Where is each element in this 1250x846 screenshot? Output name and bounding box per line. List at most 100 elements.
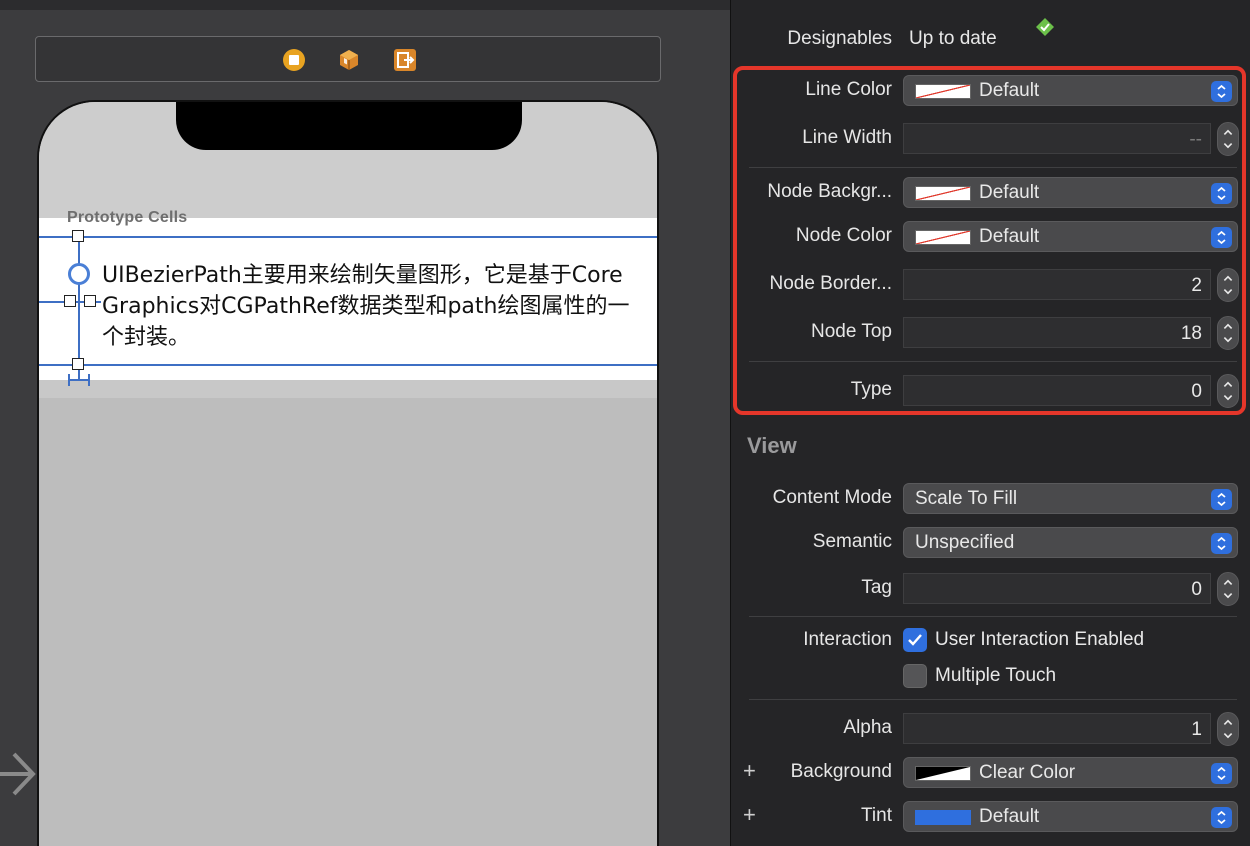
resize-handle-right[interactable] — [84, 295, 96, 307]
node-border-field[interactable]: 2 — [903, 269, 1211, 300]
background-popup[interactable]: Clear Color — [903, 757, 1238, 788]
tag-value: 0 — [1191, 579, 1202, 600]
line-width-stepper-icon[interactable] — [1217, 122, 1239, 156]
tag-stepper-icon[interactable] — [1217, 572, 1239, 606]
node-background-popup[interactable]: Default — [903, 177, 1238, 208]
alpha-field[interactable]: 1 — [903, 713, 1211, 744]
node-border-stepper-icon[interactable] — [1217, 268, 1239, 302]
popup-chevron-icon — [1211, 227, 1232, 248]
content-mode-label: Content Mode — [772, 487, 892, 508]
node-color-swatch — [915, 230, 971, 245]
content-mode-value: Scale To Fill — [915, 488, 1018, 509]
node-color-row: Node Color Default — [731, 219, 1250, 253]
node-circle[interactable] — [68, 263, 90, 285]
designables-label: Designables — [787, 28, 892, 49]
background-value: Clear Color — [979, 762, 1076, 783]
resize-handle-bottom[interactable] — [72, 358, 84, 370]
line-color-label: Line Color — [805, 79, 892, 100]
view-section-title: View — [747, 433, 797, 458]
cell-top-guide — [39, 236, 657, 238]
node-color-label: Node Color — [795, 225, 892, 246]
user-interaction-label: User Interaction Enabled — [935, 629, 1145, 650]
separator — [749, 616, 1237, 617]
attributes-inspector: Designables Up to date Line Color Defaul… — [730, 0, 1250, 846]
alpha-value: 1 — [1191, 719, 1202, 740]
tag-row: Tag 0 — [731, 571, 1250, 606]
multiple-touch-checkbox[interactable] — [903, 664, 927, 688]
node-top-value: 18 — [1180, 323, 1202, 344]
node-top-stepper-icon[interactable] — [1217, 316, 1239, 350]
separator — [749, 167, 1237, 168]
popup-chevron-icon — [1211, 763, 1232, 784]
separator — [749, 361, 1237, 362]
background-row: + Background Clear Color — [731, 755, 1250, 789]
popup-chevron-icon — [1211, 807, 1232, 828]
designables-row: Designables Up to date — [731, 18, 1250, 56]
scene-dock — [35, 36, 661, 82]
exit-icon[interactable] — [393, 48, 417, 72]
content-mode-popup[interactable]: Scale To Fill — [903, 483, 1238, 514]
device-frame: Prototype Cells UIBezierPath主要用来绘制矢量图形，它… — [37, 100, 659, 846]
node-background-row: Node Backgr... Default — [731, 175, 1250, 209]
popup-chevron-icon — [1211, 533, 1232, 554]
interaction-row: Interaction User Interaction Enabled — [731, 623, 1250, 657]
view-controller-icon[interactable] — [282, 48, 306, 72]
resize-handle-top[interactable] — [72, 230, 84, 242]
tint-row: + Tint Default — [731, 799, 1250, 833]
semantic-popup[interactable]: Unspecified — [903, 527, 1238, 558]
type-stepper-icon[interactable] — [1217, 374, 1239, 408]
popup-chevron-icon — [1211, 81, 1232, 102]
checkmark-badge-icon — [1036, 18, 1054, 36]
semantic-label: Semantic — [812, 531, 892, 552]
canvas-top-strip — [0, 0, 730, 10]
multiple-touch-row: Multiple Touch — [731, 659, 1250, 693]
content-mode-row: Content Mode Scale To Fill — [731, 481, 1250, 515]
line-color-row: Line Color Default — [731, 73, 1250, 107]
node-border-label: Node Border... — [769, 273, 892, 294]
device-notch — [176, 102, 522, 150]
type-row: Type 0 — [731, 373, 1250, 408]
node-border-value: 2 — [1191, 275, 1202, 296]
spacing-indicator-icon — [68, 374, 90, 386]
line-color-popup[interactable]: Default — [903, 75, 1238, 106]
alpha-row: Alpha 1 — [731, 711, 1250, 746]
entry-point-arrow-icon — [0, 752, 36, 796]
alpha-label: Alpha — [843, 717, 892, 738]
resize-handle-left[interactable] — [64, 295, 76, 307]
storyboard-canvas[interactable]: Prototype Cells UIBezierPath主要用来绘制矢量图形，它… — [0, 0, 730, 846]
user-interaction-checkbox[interactable] — [903, 628, 927, 652]
tag-field[interactable]: 0 — [903, 573, 1211, 604]
tag-label: Tag — [861, 577, 892, 598]
tint-label: Tint — [861, 805, 892, 826]
node-border-row: Node Border... 2 — [731, 267, 1250, 302]
line-color-value: Default — [979, 80, 1040, 101]
alpha-stepper-icon[interactable] — [1217, 712, 1239, 746]
separator — [749, 699, 1237, 700]
node-top-field[interactable]: 18 — [903, 317, 1211, 348]
background-label: Background — [790, 761, 892, 782]
table-separator-area — [39, 380, 657, 398]
popup-chevron-icon — [1211, 489, 1232, 510]
multiple-touch-label: Multiple Touch — [935, 665, 1057, 686]
semantic-row: Semantic Unspecified — [731, 525, 1250, 559]
line-width-label: Line Width — [802, 127, 892, 148]
semantic-value: Unspecified — [915, 532, 1015, 553]
line-width-value: -- — [1189, 129, 1202, 150]
line-width-field[interactable]: -- — [903, 123, 1211, 154]
first-responder-icon[interactable] — [337, 48, 361, 72]
node-background-label: Node Backgr... — [767, 181, 892, 202]
node-color-popup[interactable]: Default — [903, 221, 1238, 252]
node-background-value: Default — [979, 182, 1040, 203]
tint-value: Default — [979, 806, 1040, 827]
node-top-label: Node Top — [811, 321, 892, 342]
line-color-swatch — [915, 84, 971, 99]
node-top-row: Node Top 18 — [731, 315, 1250, 350]
background-swatch — [915, 766, 971, 781]
cell-bottom-guide — [39, 364, 657, 366]
tint-popup[interactable]: Default — [903, 801, 1238, 832]
interaction-label: Interaction — [803, 629, 892, 650]
type-field[interactable]: 0 — [903, 375, 1211, 406]
type-value: 0 — [1191, 381, 1202, 402]
add-background-variation-button[interactable]: + — [743, 758, 756, 784]
add-tint-variation-button[interactable]: + — [743, 802, 756, 828]
